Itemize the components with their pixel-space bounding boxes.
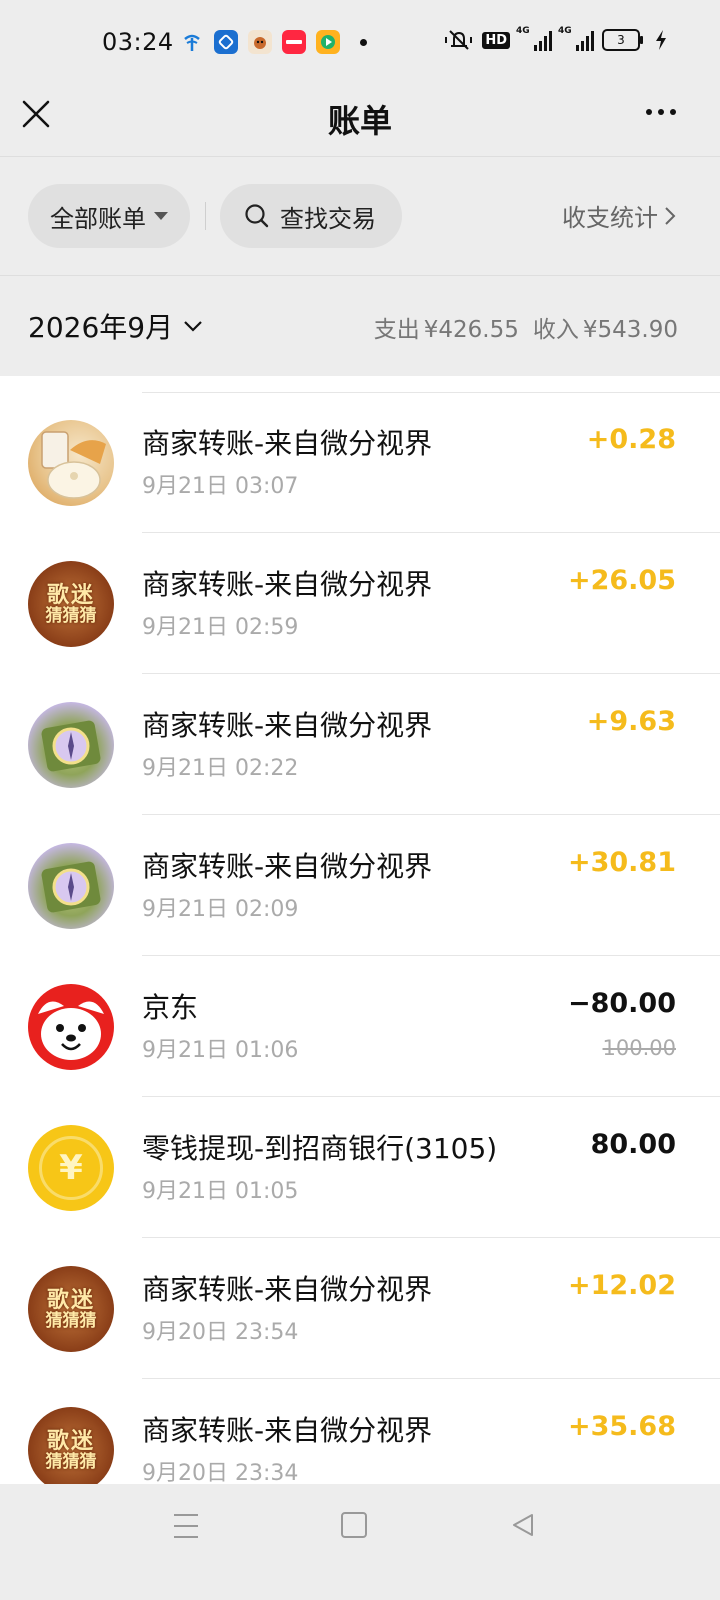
transaction-title: 商家转账-来自微分视界 [142,1414,433,1447]
transaction-list[interactable]: 商家转账-来自微分视界 9月21日 03:07 +0.28 歌迷 猜猜猜 商家转… [0,376,720,1484]
battery-icon: 3 [602,29,643,51]
month-summary: 支出 ¥426.55 收入 ¥543.90 [370,310,678,344]
transaction-row[interactable]: 歌迷 猜猜猜 商家转账-来自微分视界 9月20日 23:34 +35.68 [0,1379,720,1484]
avatar-text: 猜猜猜 [45,1451,97,1472]
merchant-avatar: 歌迷 猜猜猜 [28,561,114,647]
back-button[interactable] [510,1512,536,1542]
back-triangle-icon [513,1514,533,1536]
transaction-amount: +12.02 [567,1270,676,1301]
merchant-avatar: 歌迷 猜猜猜 [28,1266,114,1352]
signal-4g-icon: 4G [516,26,552,51]
merchant-avatar [28,702,114,788]
bank-app-icon [214,30,238,54]
transaction-amount: +30.81 [567,847,676,878]
status-time: 03:24 [102,28,174,56]
dropdown-caret-icon [154,212,168,220]
menu-line [174,1525,198,1527]
income-value: ¥543.90 [582,317,678,343]
income-expense-stats-link[interactable]: 收支统计 [562,198,676,233]
transaction-time: 9月21日 02:22 [142,756,299,781]
transaction-time: 9月20日 23:54 [142,1320,299,1345]
expense-value: ¥426.55 [423,317,519,343]
avatar-text: 猜猜猜 [45,1310,97,1331]
search-transactions-button[interactable]: 查找交易 [220,184,402,248]
chevron-right-icon [665,206,676,225]
transaction-title: 商家转账-来自微分视界 [142,850,433,883]
transaction-time: 9月21日 01:06 [142,1038,299,1063]
avatar-text: 歌迷 [46,581,95,608]
transaction-time: 9月21日 03:07 [142,474,299,499]
transaction-amount: +26.05 [567,565,676,596]
transaction-amount: +0.28 [586,424,676,455]
notification-icons [180,30,367,54]
transaction-amount: 80.00 [590,1129,676,1160]
menu-line [174,1536,198,1538]
transaction-row[interactable]: 京东 9月21日 01:06 −80.00 100.00 [0,956,720,1097]
recent-apps-button[interactable] [174,1514,198,1538]
page-title: 账单 [327,102,392,140]
transaction-row[interactable]: ¥ 零钱提现-到招商银行(3105) 9月21日 01:05 80.00 [0,1097,720,1238]
transaction-time: 9月20日 23:34 [142,1461,299,1484]
transaction-row[interactable]: 歌迷 猜猜猜 商家转账-来自微分视界 9月20日 23:54 +12.02 [0,1238,720,1379]
transaction-amount: +9.63 [586,706,676,737]
more-dot [670,109,676,115]
mute-icon [445,30,473,50]
more-dot [658,109,664,115]
video-app-icon [316,30,340,54]
month-selector[interactable]: 2026年9月 [28,306,203,346]
transaction-time: 9月21日 01:05 [142,1179,299,1204]
more-dot [646,109,652,115]
home-button[interactable] [341,1512,367,1538]
xiaohongshu-icon [282,30,306,54]
stats-label: 收支统计 [562,204,658,232]
title-bar: 账单 [0,88,720,156]
transaction-row[interactable]: 商家转账-来自微分视界 9月21日 02:09 +30.81 [0,815,720,956]
transaction-title: 零钱提现-到招商银行(3105) [142,1132,498,1165]
merchant-avatar [28,420,114,506]
divider [205,202,206,230]
yuan-icon: ¥ [39,1136,103,1200]
divider [0,156,720,157]
transaction-amount: −80.00 [567,988,676,1019]
chevron-down-icon [184,321,202,332]
transaction-time: 9月21日 02:59 [142,615,299,640]
month-label: 2026年9月 [28,311,174,344]
charging-icon [656,30,666,50]
all-bills-filter[interactable]: 全部账单 [28,184,190,248]
menu-line [174,1514,198,1516]
transaction-time: 9月21日 02:09 [142,897,299,922]
wallet-coin-avatar: ¥ [28,1125,114,1211]
merchant-avatar: 歌迷 猜猜猜 [28,1407,114,1484]
transaction-title: 京东 [142,991,199,1024]
expense-label: 支出 [373,317,420,343]
transaction-row[interactable]: 歌迷 猜猜猜 商家转账-来自微分视界 9月21日 02:59 +26.05 [0,533,720,674]
system-icons: HD 4G 4G 3 [444,26,668,52]
transaction-title: 商家转账-来自微分视界 [142,427,433,460]
original-amount: 100.00 [602,1036,676,1060]
signal-4g-icon: 4G [558,26,594,51]
hd-icon: HD [482,31,510,49]
search-label: 查找交易 [280,204,376,233]
transaction-row[interactable]: 商家转账-来自微分视界 9月21日 03:07 +0.28 [0,392,720,533]
system-navigation-bar [0,1484,720,1600]
transaction-row[interactable]: 商家转账-来自微分视界 9月21日 02:22 +9.63 [0,674,720,815]
pet-app-icon [248,30,272,54]
jd-logo-avatar [28,984,114,1070]
china-telecom-icon [180,30,204,54]
merchant-avatar [28,843,114,929]
transaction-title: 商家转账-来自微分视界 [142,709,433,742]
avatar-text: 歌迷 [46,1286,95,1313]
avatar-text: 猜猜猜 [45,605,97,626]
income-label: 收入 [532,317,579,343]
status-bar: 03:24 HD 4G 4G 3 [0,0,720,88]
more-notifications-dot [360,38,367,46]
transaction-title: 商家转账-来自微分视界 [142,568,433,601]
more-options-button[interactable] [646,100,686,124]
search-icon [245,204,269,228]
month-header: 2026年9月 支出 ¥426.55 收入 ¥543.90 [0,276,720,376]
all-bills-label: 全部账单 [50,204,146,233]
avatar-text: 歌迷 [46,1427,95,1454]
transaction-amount: +35.68 [567,1411,676,1442]
transaction-title: 商家转账-来自微分视界 [142,1273,433,1306]
